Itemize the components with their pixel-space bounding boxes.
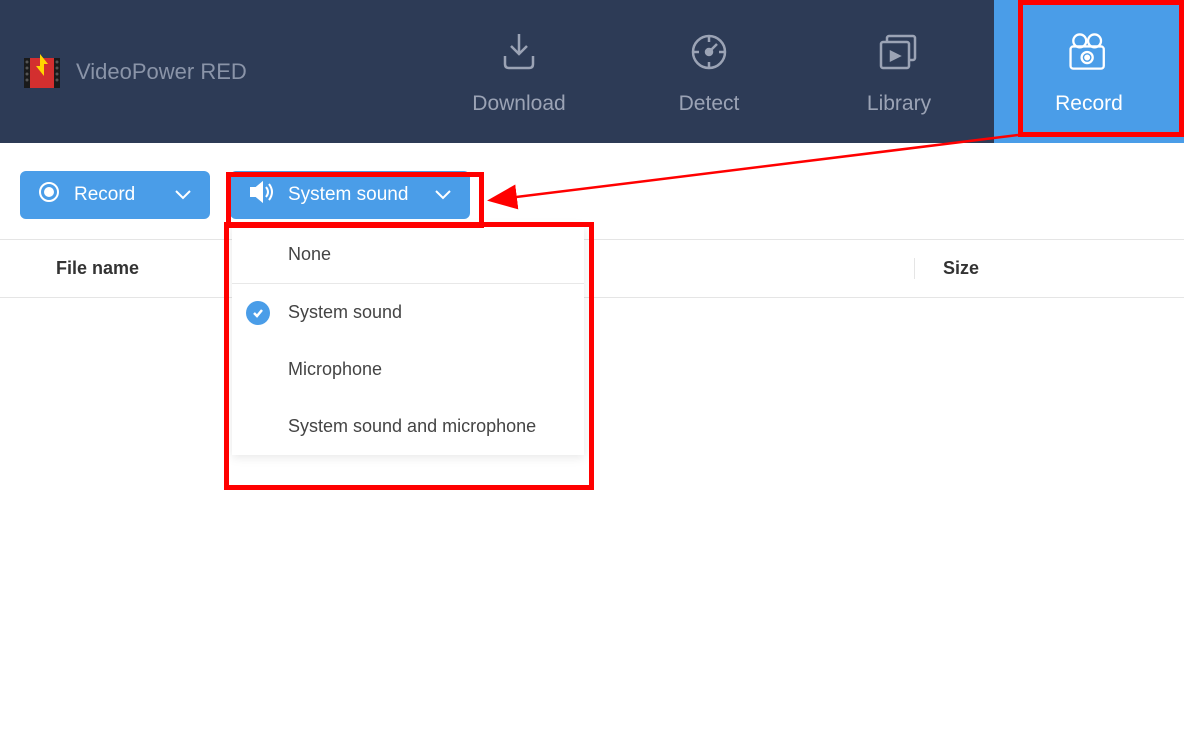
- nav-tab-library[interactable]: Library: [804, 0, 994, 143]
- nav-tab-detect[interactable]: Detect: [614, 0, 804, 143]
- dropdown-item-label: Microphone: [288, 359, 382, 380]
- nav-tab-download-label: Download: [472, 92, 565, 116]
- download-icon: [495, 28, 543, 76]
- nav-tab-detect-label: Detect: [679, 92, 740, 116]
- sound-dropdown-menu: None System sound Microphone System soun…: [232, 226, 584, 455]
- dropdown-item-microphone[interactable]: Microphone: [232, 341, 584, 398]
- nav-tabs: Download Detect: [424, 0, 1184, 143]
- sound-button-label: System sound: [288, 184, 408, 206]
- speaker-icon: [248, 180, 274, 210]
- sound-source-button[interactable]: System sound: [230, 171, 470, 219]
- dropdown-item-label: System sound and microphone: [288, 416, 536, 437]
- chevron-down-icon: [174, 184, 192, 206]
- chevron-down-icon: [434, 184, 452, 206]
- record-icon: [1065, 28, 1113, 76]
- table-header: File name Size: [0, 239, 1184, 298]
- check-icon: [246, 301, 270, 325]
- record-button[interactable]: Record: [20, 171, 210, 219]
- dropdown-item-label: System sound: [288, 302, 402, 323]
- nav-tab-record-label: Record: [1055, 92, 1123, 116]
- toolbar: Record System sound: [0, 143, 1184, 239]
- nav-tab-library-label: Library: [867, 92, 931, 116]
- app-header: VideoPower RED Download: [0, 0, 1184, 143]
- col-header-size: Size: [914, 258, 1184, 279]
- nav-tab-download[interactable]: Download: [424, 0, 614, 143]
- dropdown-item-none[interactable]: None: [232, 226, 584, 284]
- detect-icon: [685, 28, 733, 76]
- record-circle-icon: [38, 181, 60, 209]
- app-title: VideoPower RED: [76, 59, 247, 85]
- dropdown-item-label: None: [288, 244, 331, 265]
- record-button-label: Record: [74, 184, 135, 206]
- app-logo-icon: [20, 50, 64, 94]
- dropdown-item-system-and-mic[interactable]: System sound and microphone: [232, 398, 584, 455]
- logo-section: VideoPower RED: [0, 50, 247, 94]
- nav-tab-record[interactable]: Record: [994, 0, 1184, 143]
- library-icon: [875, 28, 923, 76]
- dropdown-item-system-sound[interactable]: System sound: [232, 284, 584, 341]
